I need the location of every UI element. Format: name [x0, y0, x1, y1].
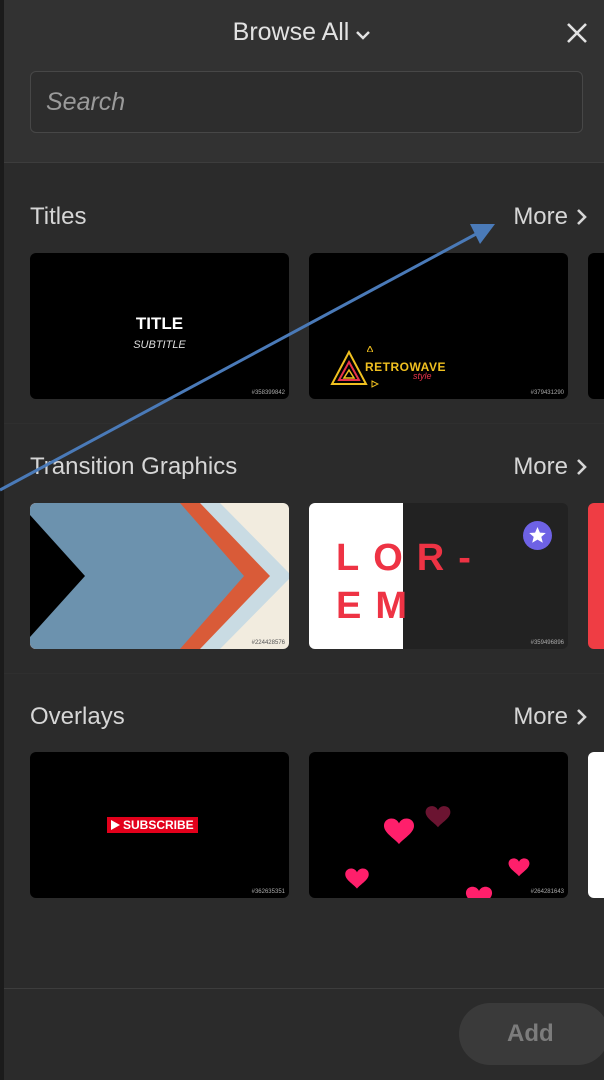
- subscribe-text: SUBSCRIBE: [123, 818, 194, 832]
- asset-id: #362635351: [251, 889, 285, 895]
- chevron-transition-graphic: [30, 503, 289, 649]
- hearts-overlay-graphic: [345, 806, 530, 898]
- thumbnail-subtitle-text: SUBTITLE: [133, 339, 186, 351]
- section-divider: [4, 673, 604, 674]
- more-label: More: [513, 453, 568, 480]
- browse-all-dropdown[interactable]: Browse All: [0, 18, 604, 48]
- add-button[interactable]: Add: [459, 1003, 604, 1065]
- section-title-overlays: Overlays: [30, 703, 125, 730]
- chevron-right-icon: [577, 459, 587, 475]
- header-divider: [4, 162, 604, 163]
- template-thumbnail-partial[interactable]: [588, 752, 604, 898]
- titles-more-link[interactable]: More: [513, 203, 588, 231]
- thumbnail-title-text: TITLE: [135, 314, 184, 333]
- small-triangle-icon: [367, 346, 373, 352]
- section-title-transition-graphics: Transition Graphics: [30, 453, 238, 480]
- chevron-right-icon: [577, 709, 587, 725]
- search-input[interactable]: [30, 71, 583, 133]
- template-thumbnail-partial[interactable]: [588, 503, 604, 649]
- asset-id: #359496896: [530, 640, 564, 646]
- template-thumbnail-partial[interactable]: [588, 253, 604, 399]
- subscribe-button-graphic: SUBSCRIBE: [107, 817, 198, 833]
- footer-divider: [4, 988, 604, 989]
- chevron-right-icon: [577, 209, 587, 225]
- more-label: More: [513, 703, 568, 730]
- retrowave-triangle-logo: [330, 349, 368, 385]
- template-thumbnail[interactable]: TITLE SUBTITLE #358399842: [30, 253, 289, 399]
- retrowave-script-text: style: [413, 371, 432, 381]
- asset-id: #358399842: [251, 390, 285, 396]
- browse-title: Browse All: [232, 18, 350, 46]
- template-thumbnail[interactable]: LOR- EM #359496896: [309, 503, 568, 649]
- overlays-more-link[interactable]: More: [513, 703, 588, 731]
- lorem-line-2: EM: [336, 585, 421, 627]
- play-icon: [111, 820, 120, 830]
- star-icon: [523, 521, 552, 550]
- asset-id: #379431290: [530, 390, 564, 396]
- transition-graphics-more-link[interactable]: More: [513, 453, 588, 481]
- close-icon[interactable]: [564, 20, 590, 46]
- asset-id: #224428576: [251, 640, 285, 646]
- lorem-line-1: LOR-: [336, 537, 485, 579]
- template-thumbnail[interactable]: #264281643: [309, 752, 568, 898]
- retrowave-text: RETROWAVE: [365, 360, 446, 374]
- section-divider: [4, 423, 604, 424]
- section-title-titles: Titles: [30, 203, 87, 230]
- template-thumbnail[interactable]: RETROWAVE style #379431290: [309, 253, 568, 399]
- small-triangle-icon: [371, 380, 379, 388]
- template-thumbnail[interactable]: SUBSCRIBE #362635351: [30, 752, 289, 898]
- template-thumbnail[interactable]: #224428576: [30, 503, 289, 649]
- asset-id: #264281643: [530, 889, 564, 895]
- chevron-down-icon: [355, 19, 371, 48]
- more-label: More: [513, 203, 568, 230]
